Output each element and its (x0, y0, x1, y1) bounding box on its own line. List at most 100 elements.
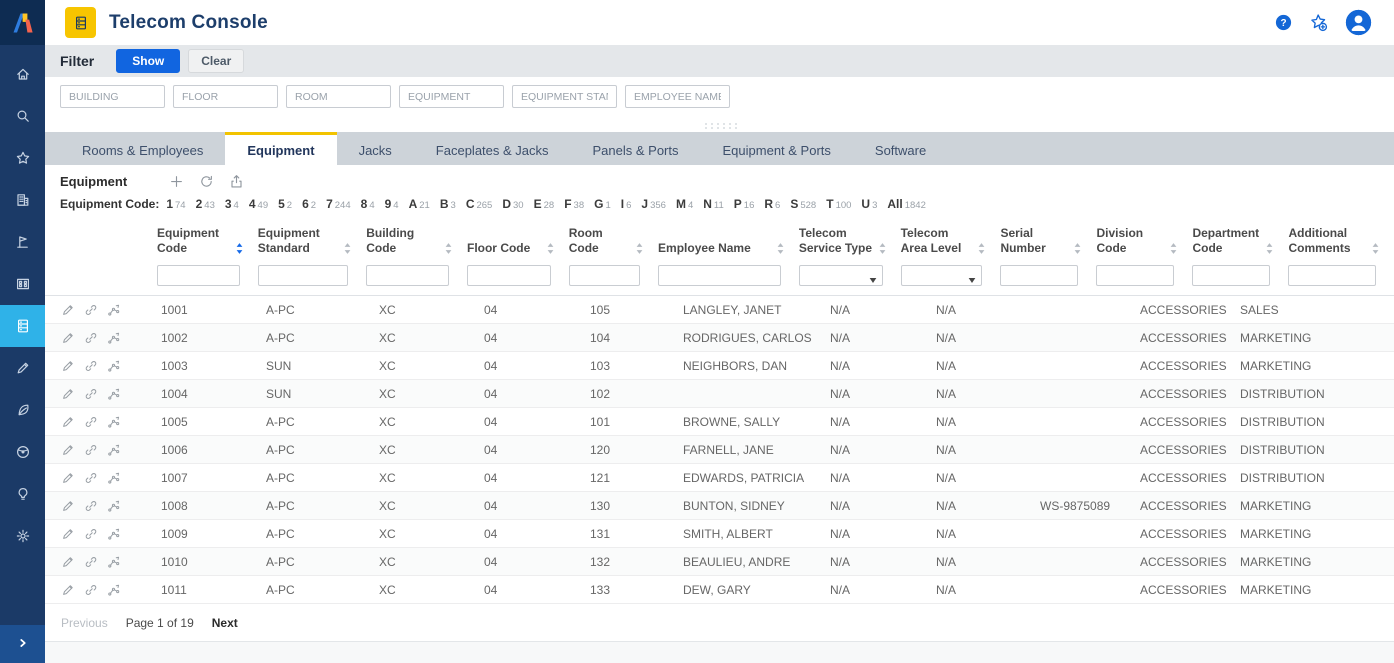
edit-row-button[interactable] (61, 583, 75, 597)
edit-row-button[interactable] (61, 471, 75, 485)
legend-code-T[interactable]: T100 (826, 197, 851, 211)
edit-row-button[interactable] (61, 499, 75, 513)
tab-rooms-employees[interactable]: Rooms & Employees (60, 132, 225, 165)
column-header-telecom-area-level[interactable]: Telecom Area Level (901, 220, 1001, 261)
sidebar-item-tools[interactable] (0, 347, 45, 389)
link-row-button[interactable] (84, 555, 98, 569)
link-row-button[interactable] (84, 527, 98, 541)
connections-row-button[interactable] (107, 499, 121, 513)
column-header-telecom-service-type[interactable]: Telecom Service Type (799, 220, 901, 261)
link-row-button[interactable] (84, 331, 98, 345)
link-row-button[interactable] (84, 583, 98, 597)
link-row-button[interactable] (84, 387, 98, 401)
column-filter-input[interactable] (1288, 265, 1376, 286)
column-filter-input[interactable] (1192, 265, 1270, 286)
sort-icon[interactable] (235, 242, 244, 256)
edit-row-button[interactable] (61, 555, 75, 569)
connections-row-button[interactable] (107, 331, 121, 345)
column-filter-input[interactable] (569, 265, 640, 286)
edit-row-button[interactable] (61, 443, 75, 457)
filter-field-equipment[interactable] (399, 85, 504, 108)
legend-code-R[interactable]: R6 (764, 197, 780, 211)
sort-icon[interactable] (878, 242, 887, 256)
legend-code-7[interactable]: 7244 (326, 197, 351, 211)
sort-icon[interactable] (343, 242, 352, 256)
column-filter-input[interactable] (157, 265, 240, 286)
column-filter-input[interactable] (1096, 265, 1174, 286)
sidebar-item-home[interactable] (0, 53, 45, 95)
legend-code-6[interactable]: 62 (302, 197, 316, 211)
legend-code-D[interactable]: D30 (502, 197, 523, 211)
sort-icon[interactable] (1073, 242, 1082, 256)
sort-icon[interactable] (977, 242, 986, 256)
tab-equipment-ports[interactable]: Equipment & Ports (701, 132, 853, 165)
edit-row-button[interactable] (61, 359, 75, 373)
edit-row-button[interactable] (61, 387, 75, 401)
legend-code-J[interactable]: J356 (641, 197, 666, 211)
edit-row-button[interactable] (61, 303, 75, 317)
tab-panels-ports[interactable]: Panels & Ports (571, 132, 701, 165)
tab-faceplates-jacks[interactable]: Faceplates & Jacks (414, 132, 571, 165)
column-header-room-code[interactable]: Room Code (569, 220, 658, 261)
sidebar-item-equipment[interactable] (0, 305, 45, 347)
tab-equipment[interactable]: Equipment (225, 132, 336, 165)
link-row-button[interactable] (84, 303, 98, 317)
column-filter-input[interactable] (258, 265, 348, 286)
sidebar-item-environment[interactable] (0, 389, 45, 431)
legend-code-P[interactable]: P16 (734, 197, 755, 211)
sort-icon[interactable] (1265, 242, 1274, 256)
link-row-button[interactable] (84, 415, 98, 429)
edit-row-button[interactable] (61, 331, 75, 345)
column-header-additional-comments[interactable]: Additional Comments (1288, 220, 1394, 261)
legend-code-2[interactable]: 243 (196, 197, 215, 211)
tab-software[interactable]: Software (853, 132, 948, 165)
user-avatar-icon[interactable] (1345, 9, 1372, 36)
column-filter-select[interactable] (901, 265, 983, 286)
column-header-employee-name[interactable]: Employee Name (658, 235, 799, 261)
filter-field-floor[interactable] (173, 85, 278, 108)
legend-code-C[interactable]: C265 (466, 197, 493, 211)
connections-row-button[interactable] (107, 303, 121, 317)
legend-code-8[interactable]: 84 (361, 197, 375, 211)
sort-icon[interactable] (546, 242, 555, 256)
export-button[interactable] (229, 174, 244, 189)
legend-code-4[interactable]: 449 (249, 197, 268, 211)
filter-field-building[interactable] (60, 85, 165, 108)
edit-row-button[interactable] (61, 527, 75, 541)
column-filter-input[interactable] (658, 265, 781, 286)
legend-code-E[interactable]: E28 (534, 197, 555, 211)
previous-page-button[interactable]: Previous (61, 616, 108, 630)
legend-code-G[interactable]: G1 (594, 197, 611, 211)
connections-row-button[interactable] (107, 555, 121, 569)
sort-icon[interactable] (444, 242, 453, 256)
next-page-button[interactable]: Next (212, 616, 238, 630)
sidebar-expand-button[interactable] (0, 625, 45, 663)
filter-field-equipment-standard[interactable] (512, 85, 617, 108)
link-row-button[interactable] (84, 499, 98, 513)
sort-icon[interactable] (1169, 242, 1178, 256)
add-button[interactable] (169, 174, 184, 189)
legend-code-B[interactable]: B3 (440, 197, 456, 211)
link-row-button[interactable] (84, 471, 98, 485)
legend-code-M[interactable]: M4 (676, 197, 693, 211)
column-header-equipment-standard[interactable]: Equipment Standard (258, 220, 366, 261)
column-filter-select[interactable] (799, 265, 883, 286)
link-row-button[interactable] (84, 359, 98, 373)
legend-code-S[interactable]: S528 (790, 197, 816, 211)
legend-code-All[interactable]: All1842 (887, 197, 925, 211)
connections-row-button[interactable] (107, 415, 121, 429)
sort-icon[interactable] (635, 242, 644, 256)
sidebar-item-ideas[interactable] (0, 473, 45, 515)
legend-code-I[interactable]: I6 (621, 197, 632, 211)
connections-row-button[interactable] (107, 359, 121, 373)
edit-row-button[interactable] (61, 415, 75, 429)
show-button[interactable]: Show (116, 49, 180, 73)
brand-logo[interactable] (0, 0, 45, 45)
column-header-serial-number[interactable]: Serial Number (1000, 220, 1096, 261)
column-header-equipment-code[interactable]: Equipment Code (157, 220, 258, 261)
sidebar-item-settings[interactable] (0, 515, 45, 557)
column-header-floor-code[interactable]: Floor Code (467, 235, 569, 261)
resize-grip-handle[interactable] (703, 122, 737, 129)
sort-icon[interactable] (1371, 242, 1380, 256)
clear-button[interactable]: Clear (188, 49, 244, 73)
